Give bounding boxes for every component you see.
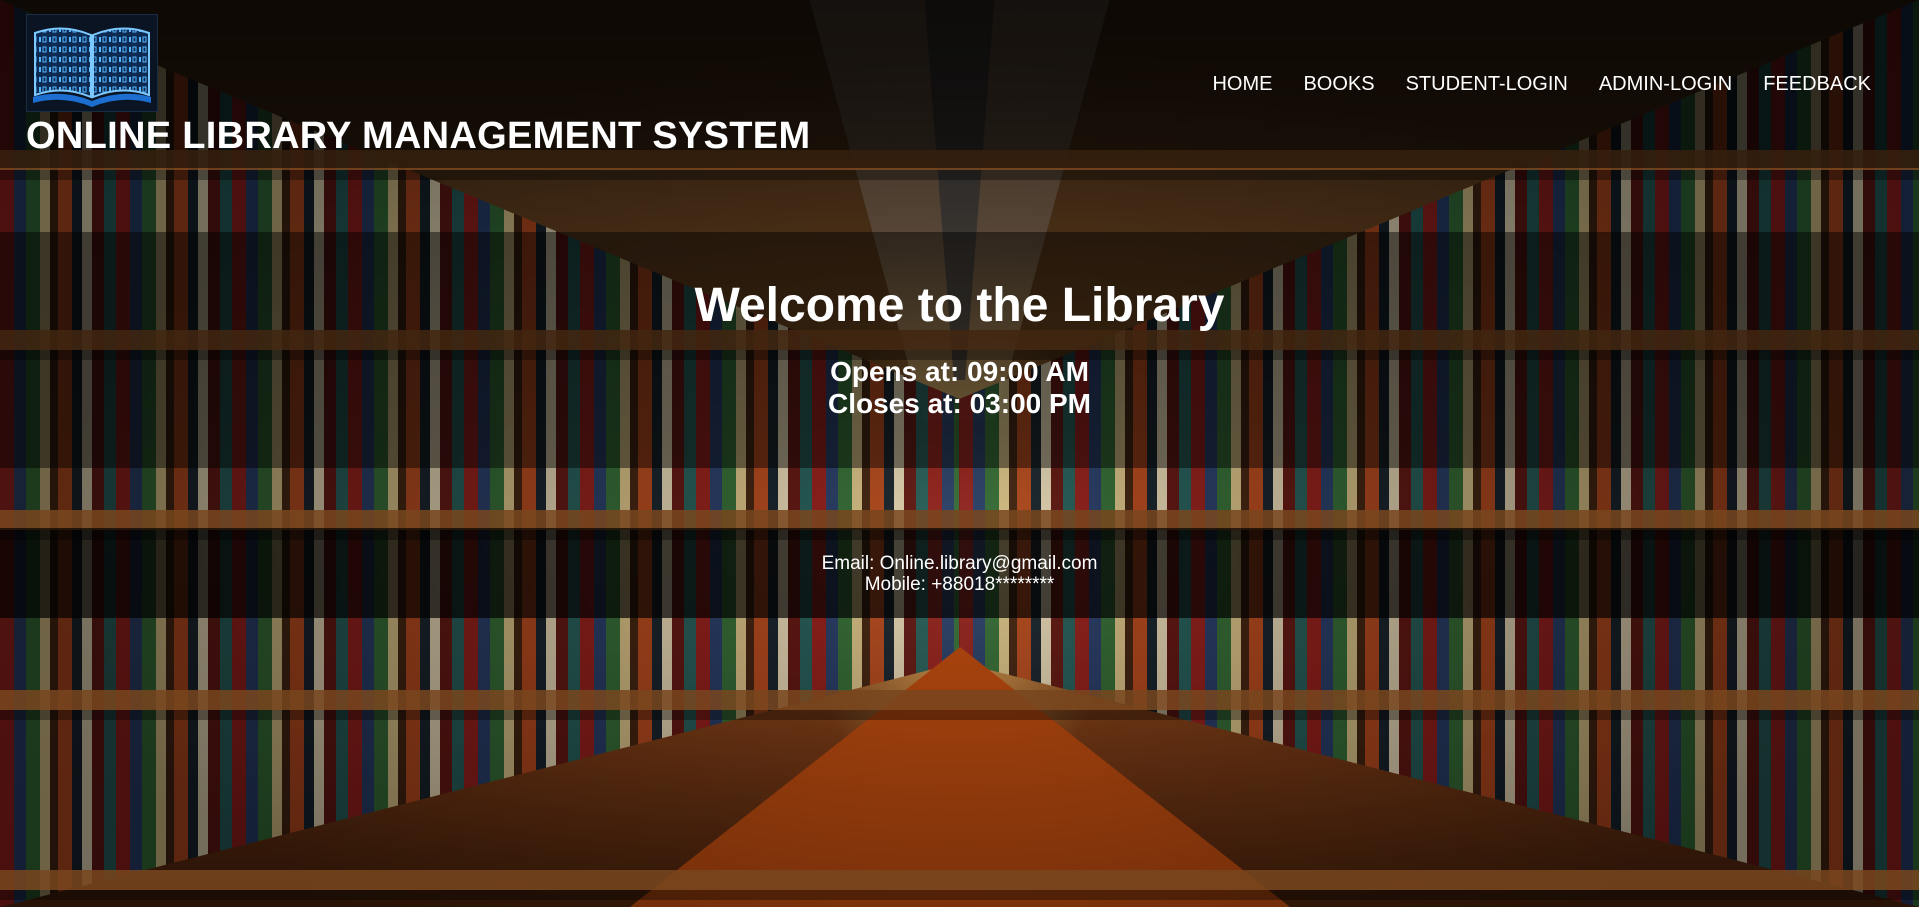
nav-feedback-link[interactable]: FEEDBACK [1763, 72, 1871, 96]
open-book-binary-icon[interactable] [26, 14, 158, 112]
nav-books-link[interactable]: BOOKS [1303, 72, 1374, 96]
site-header: ONLINE LIBRARY MANAGEMENT SYSTEM HOME BO… [0, 0, 1919, 168]
nav-student-login-link[interactable]: STUDENT-LOGIN [1406, 72, 1568, 96]
main-nav: HOME BOOKS STUDENT-LOGIN ADMIN-LOGIN FEE… [1212, 72, 1871, 96]
nav-admin-login-link[interactable]: ADMIN-LOGIN [1599, 72, 1732, 96]
contact-info: Email: Online.library@gmail.com Mobile: … [0, 553, 1919, 595]
opening-hours: Opens at: 09:00 AM Closes at: 03:00 PM [0, 356, 1919, 420]
home-page: ONLINE LIBRARY MANAGEMENT SYSTEM HOME BO… [0, 0, 1919, 907]
closing-time: Closes at: 03:00 PM [828, 388, 1091, 419]
aisle-carpet [629, 647, 1290, 907]
opening-time: Opens at: 09:00 AM [830, 356, 1089, 387]
contact-mobile: Mobile: +88018******** [864, 574, 1055, 595]
welcome-title: Welcome to the Library [694, 279, 1225, 332]
welcome-banner [0, 232, 1919, 468]
site-title: ONLINE LIBRARY MANAGEMENT SYSTEM [26, 115, 811, 157]
contact-email: Email: Online.library@gmail.com [821, 553, 1098, 574]
nav-home-link[interactable]: HOME [1212, 72, 1272, 96]
